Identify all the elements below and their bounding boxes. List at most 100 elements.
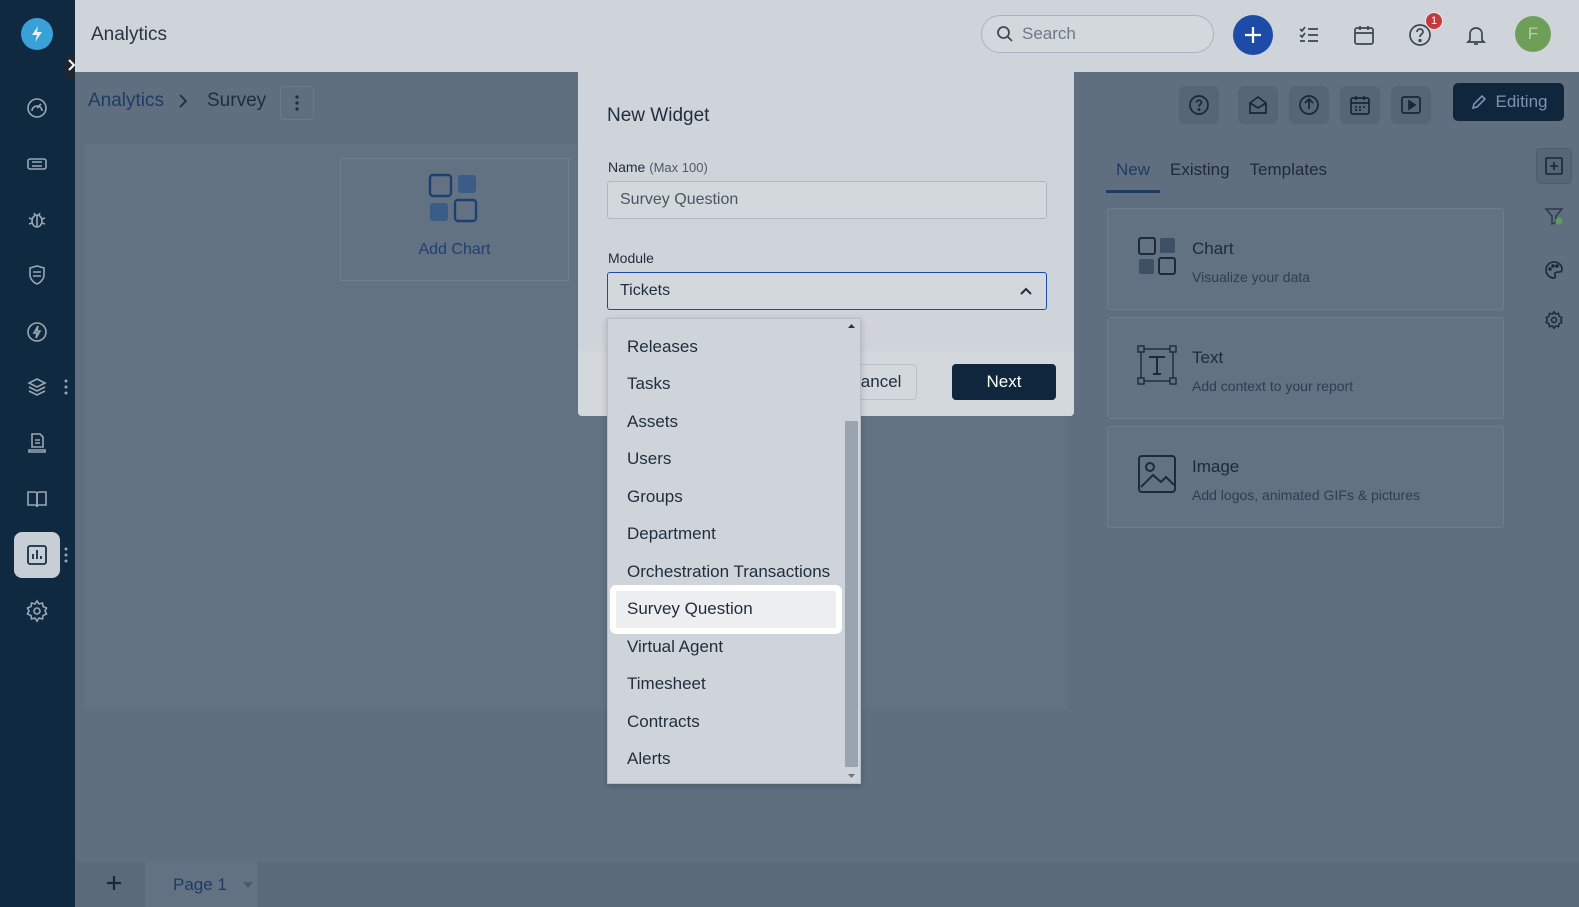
nav-layers-more-icon[interactable]: [63, 378, 69, 396]
breadcrumb-chevron-icon: [179, 94, 188, 108]
nav-dashboard-icon[interactable]: [14, 85, 60, 131]
breadcrumb-current: Survey: [207, 90, 267, 111]
dropdown-option[interactable]: Timesheet: [608, 666, 844, 704]
help-notification-badge: 1: [1425, 12, 1443, 30]
text-widget-icon: [1137, 345, 1177, 385]
notifications-bell-icon[interactable]: [1461, 20, 1491, 50]
page-tab-label: Page 1: [173, 874, 227, 894]
module-field-label: Module: [608, 250, 654, 266]
search-input[interactable]: Search: [981, 15, 1214, 53]
breadcrumb-analytics-link[interactable]: Analytics: [88, 90, 164, 112]
create-new-button[interactable]: [1233, 15, 1273, 55]
widget-card-chart[interactable]: Chart Visualize your data: [1107, 208, 1504, 310]
dropdown-option[interactable]: Alerts: [608, 741, 844, 779]
app-logo-icon[interactable]: [21, 18, 53, 50]
nav-knowledge-icon[interactable]: [14, 420, 60, 466]
nav-book-icon[interactable]: [14, 476, 60, 522]
add-page-plus-icon[interactable]: [105, 874, 123, 892]
report-more-options-button[interactable]: [280, 86, 314, 120]
next-button[interactable]: Next: [952, 364, 1056, 400]
right-icon-rail: [1528, 132, 1579, 862]
schedule-email-button[interactable]: [1238, 86, 1278, 124]
name-hint-text: (Max 100): [649, 160, 708, 175]
dropdown-option[interactable]: Assets: [608, 403, 844, 441]
dropdown-option[interactable]: Contracts: [608, 703, 844, 741]
nav-tickets-icon[interactable]: [14, 141, 60, 187]
widget-card-subtitle: Add context to your report: [1192, 378, 1354, 394]
widget-card-image[interactable]: Image Add logos, animated GIFs & picture…: [1107, 426, 1504, 528]
dropdown-option[interactable]: Tasks: [608, 366, 844, 404]
widget-card-title: Text: [1192, 348, 1224, 367]
dropdown-option[interactable]: Releases: [608, 328, 844, 366]
page-title: Analytics: [91, 24, 168, 45]
name-field-label: Name (Max 100): [608, 159, 708, 175]
left-navigation: [0, 0, 75, 907]
nav-changes-shield-icon[interactable]: [14, 252, 60, 298]
nav-layers-icon[interactable]: [14, 364, 60, 410]
editing-toggle-button[interactable]: Editing: [1453, 83, 1564, 121]
inbox-icon: [1249, 95, 1267, 114]
play-icon: [1401, 96, 1421, 114]
export-button[interactable]: [1289, 86, 1329, 124]
widget-card-title: Chart: [1192, 239, 1234, 258]
chevron-up-icon: [1020, 287, 1032, 295]
report-help-button[interactable]: [1179, 86, 1219, 124]
widget-settings-gear-icon[interactable]: [1536, 302, 1572, 338]
editing-label: Editing: [1495, 92, 1548, 111]
add-widget-icon[interactable]: [1536, 148, 1572, 184]
page-tab-dropdown-icon[interactable]: [242, 881, 253, 888]
add-chart-label: Add Chart: [418, 241, 491, 258]
filter-icon[interactable]: [1536, 198, 1572, 234]
dropdown-option-highlighted[interactable]: Survey Question: [616, 590, 836, 628]
widget-panel: New Existing Templates Chart Visualize y…: [1083, 132, 1528, 862]
dropdown-scrollbar[interactable]: [843, 319, 860, 783]
module-selected-value: Tickets: [620, 282, 671, 299]
module-select[interactable]: Tickets: [607, 272, 1047, 310]
module-dropdown-list[interactable]: Releases Tasks Assets Users Groups Depar…: [607, 318, 861, 784]
question-circle-icon: [1189, 95, 1209, 115]
present-button[interactable]: [1391, 86, 1431, 124]
calendar-grid-icon: [1350, 96, 1370, 115]
search-placeholder: Search: [1022, 24, 1076, 43]
chart-grid-icon: [428, 173, 478, 223]
plus-icon: [1245, 27, 1261, 43]
user-avatar[interactable]: F: [1515, 16, 1551, 52]
page-tabs-bar: Page 1: [75, 862, 1579, 907]
scroll-down-arrow-icon[interactable]: [843, 771, 860, 781]
add-chart-placeholder[interactable]: Add Chart: [340, 158, 569, 281]
nav-automation-bolt-icon[interactable]: [14, 309, 60, 355]
date-range-button[interactable]: [1340, 86, 1380, 124]
widget-name-input[interactable]: Survey Question: [607, 181, 1047, 219]
search-icon: [997, 26, 1013, 42]
scrollbar-thumb[interactable]: [845, 421, 858, 767]
nav-analytics-more-icon[interactable]: [63, 546, 69, 564]
dropdown-option[interactable]: Groups: [608, 478, 844, 516]
widget-card-text[interactable]: Text Add context to your report: [1107, 317, 1504, 419]
dropdown-option[interactable]: Users: [608, 441, 844, 479]
theme-palette-icon[interactable]: [1536, 252, 1572, 288]
widget-card-subtitle: Add logos, animated GIFs & pictures: [1192, 487, 1420, 503]
name-label-text: Name: [608, 159, 646, 175]
widget-card-title: Image: [1192, 457, 1240, 476]
dropdown-option[interactable]: Department: [608, 516, 844, 554]
widget-card-subtitle: Visualize your data: [1192, 269, 1311, 285]
dialog-title: New Widget: [607, 105, 710, 126]
scroll-up-arrow-icon[interactable]: [843, 321, 860, 331]
nav-analytics-icon[interactable]: [14, 532, 60, 578]
dropdown-option[interactable]: Virtual Agent: [608, 628, 844, 666]
pencil-icon: [1471, 94, 1486, 110]
chart-widget-icon: [1138, 237, 1176, 275]
nav-problems-bug-icon[interactable]: [14, 197, 60, 243]
tab-templates[interactable]: Templates: [1240, 157, 1337, 193]
nav-settings-gear-icon[interactable]: [14, 588, 60, 634]
widget-panel-tabs: New Existing Templates: [1106, 157, 1337, 193]
calendar-icon[interactable]: [1349, 20, 1379, 50]
top-header: Analytics Search 1 F: [75, 0, 1579, 72]
image-widget-icon: [1138, 455, 1176, 493]
kebab-menu-icon: [295, 95, 299, 111]
page-tab[interactable]: Page 1: [145, 862, 257, 907]
dropdown-option[interactable]: Orchestration Transactions: [608, 553, 844, 591]
tasks-checklist-icon[interactable]: [1294, 20, 1324, 50]
tab-new[interactable]: New: [1106, 157, 1161, 193]
tab-existing[interactable]: Existing: [1160, 157, 1240, 193]
